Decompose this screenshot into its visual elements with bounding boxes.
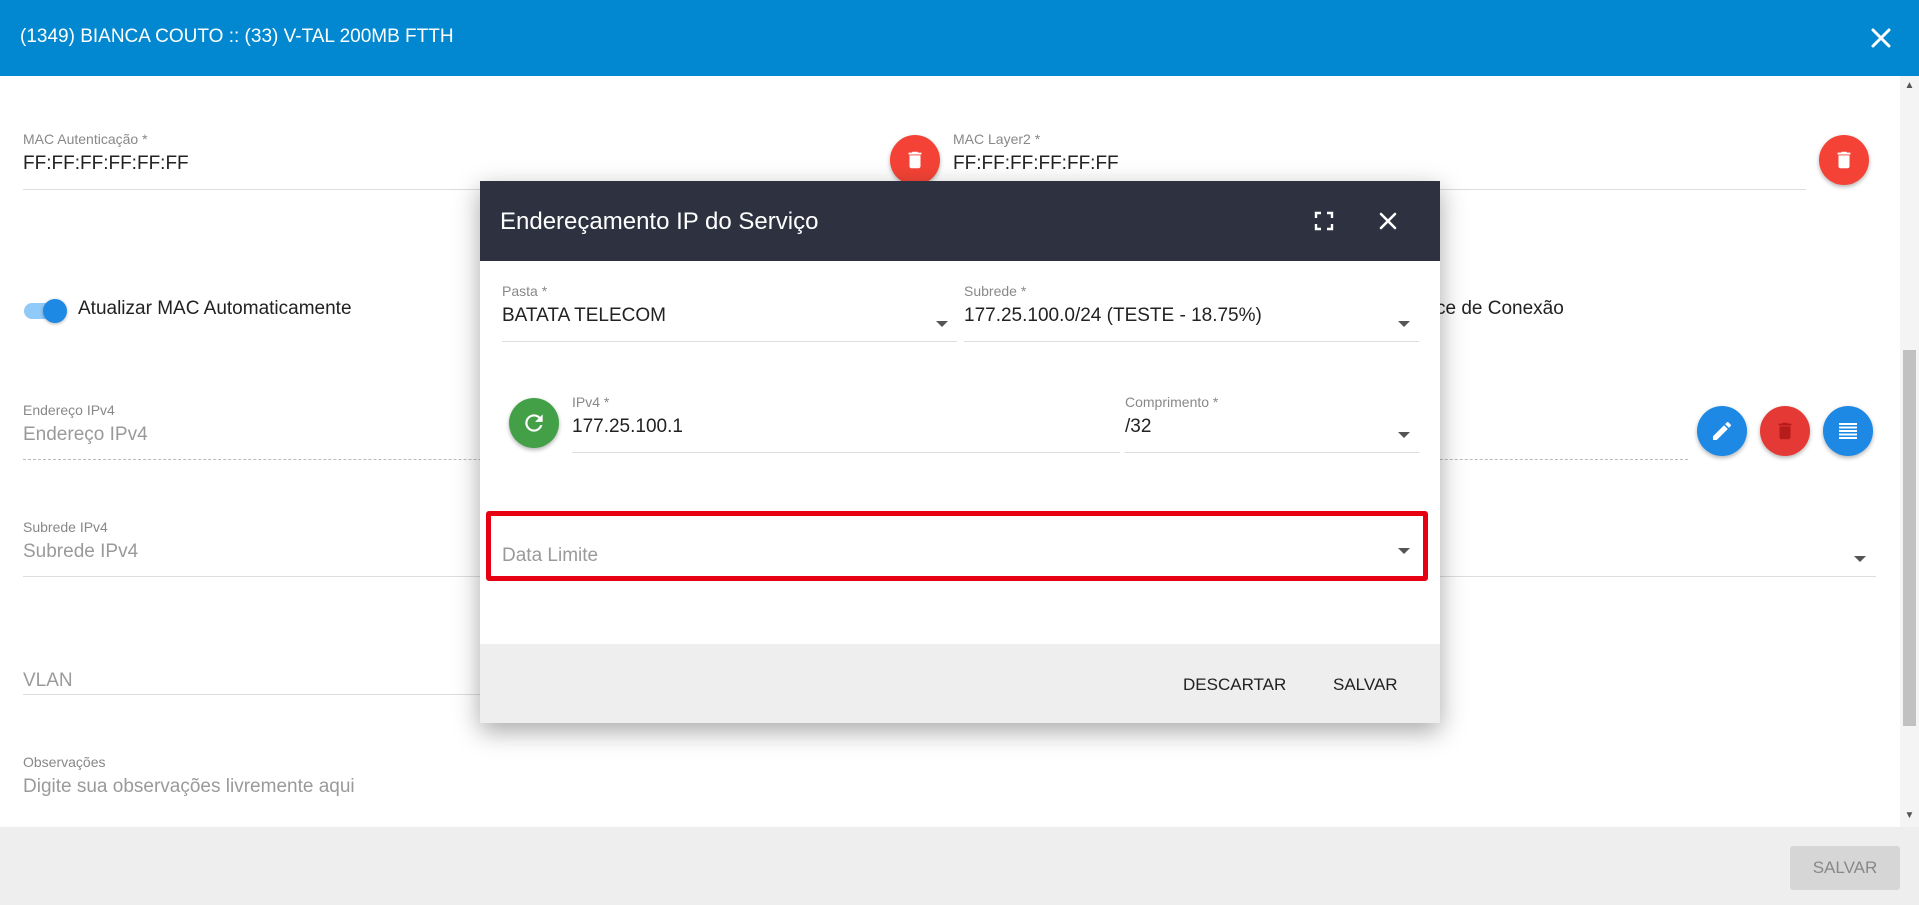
ip-addressing-dialog: Endereçamento IP do Serviço Pasta * BATA… xyxy=(480,181,1440,723)
subrede-field[interactable]: Subrede * 177.25.100.0/24 (TESTE - 18.75… xyxy=(964,283,1262,327)
auto-mac-label: Atualizar MAC Automaticamente xyxy=(78,298,352,319)
comprimento-value: /32 xyxy=(1125,416,1152,437)
form-footer xyxy=(0,827,1919,905)
divider xyxy=(964,341,1419,342)
highlight-box xyxy=(486,511,1428,581)
required-mark: * xyxy=(142,131,148,147)
chevron-down-icon[interactable] xyxy=(1398,432,1410,438)
pasta-value: BATATA TELECOM xyxy=(502,305,666,326)
comprimento-field[interactable]: Comprimento * /32 xyxy=(1125,394,1218,438)
list-icon xyxy=(1839,423,1857,439)
required-mark: * xyxy=(1212,394,1219,410)
save-button[interactable]: SALVAR xyxy=(1790,846,1900,890)
required-mark: * xyxy=(1034,131,1041,147)
fullscreen-icon[interactable] xyxy=(1310,207,1338,235)
refresh-ip-button[interactable] xyxy=(509,398,559,448)
discard-button[interactable]: DESCARTAR xyxy=(1183,675,1286,695)
trash-icon xyxy=(908,151,922,169)
ipv4-value: 177.25.100.1 xyxy=(572,416,683,437)
dialog-header: Endereçamento IP do Serviço xyxy=(480,181,1440,261)
mac-auth-field[interactable]: MAC Autenticação * FF:FF:FF:FF:FF:FF xyxy=(23,131,189,175)
ipv4-label: IPv4 xyxy=(572,394,601,410)
list-ipv4-button[interactable] xyxy=(1823,406,1873,456)
ipv4-address-field[interactable]: Endereço IPv4 Endereço IPv4 xyxy=(23,402,148,446)
divider xyxy=(23,694,483,695)
mac-layer2-value: FF:FF:FF:FF:FF:FF xyxy=(953,153,1119,174)
trash-icon xyxy=(1778,422,1792,440)
ipv4-address-label: Endereço IPv4 xyxy=(23,402,115,418)
trash-icon xyxy=(1837,151,1851,169)
comprimento-label: Comprimento xyxy=(1125,394,1210,410)
subrede-value: 177.25.100.0/24 (TESTE - 18.75%) xyxy=(964,305,1262,326)
close-icon[interactable] xyxy=(1374,207,1402,235)
window-title: (1349) BIANCA COUTO :: (33) V-TAL 200MB … xyxy=(20,26,454,47)
vlan-field[interactable]: VLAN xyxy=(23,664,73,692)
chevron-down-icon[interactable] xyxy=(1398,321,1410,327)
scroll-down-icon[interactable]: ▼ xyxy=(1903,810,1916,824)
window-header: (1349) BIANCA COUTO :: (33) V-TAL 200MB … xyxy=(0,0,1919,76)
mac-auth-label: MAC Autenticação xyxy=(23,131,139,147)
required-mark: * xyxy=(603,394,610,410)
notes-label: Observações xyxy=(23,754,106,770)
divider xyxy=(572,452,1120,453)
mac-layer2-field[interactable]: MAC Layer2 * FF:FF:FF:FF:FF:FF xyxy=(953,131,1119,175)
chevron-down-icon[interactable] xyxy=(1854,556,1866,562)
toggle-knob xyxy=(43,299,67,323)
connection-label-partial: ce de Conexão xyxy=(1436,298,1564,319)
pasta-label: Pasta xyxy=(502,283,538,299)
pencil-icon xyxy=(1713,421,1732,440)
refresh-icon xyxy=(525,414,543,432)
scroll-up-icon[interactable]: ▲ xyxy=(1903,80,1916,94)
mac-auth-value: FF:FF:FF:FF:FF:FF xyxy=(23,153,189,174)
subrede-label: Subrede xyxy=(964,283,1017,299)
notes-input: Digite sua observações livremente aqui xyxy=(23,776,355,797)
ipv4-address-input: Endereço IPv4 xyxy=(23,424,148,445)
divider xyxy=(1125,452,1419,453)
divider xyxy=(502,341,957,342)
dialog-save-button[interactable]: SALVAR xyxy=(1333,675,1398,695)
dialog-title: Endereçamento IP do Serviço xyxy=(500,208,819,235)
delete-mac-layer2-button[interactable] xyxy=(1819,135,1869,185)
ipv4-field[interactable]: IPv4 * 177.25.100.1 xyxy=(572,394,683,438)
delete-ipv4-button[interactable] xyxy=(1760,406,1810,456)
scrollbar-thumb[interactable] xyxy=(1903,350,1916,726)
delete-mac-auth-button[interactable] xyxy=(890,135,940,185)
close-icon[interactable] xyxy=(1865,22,1897,54)
required-mark: * xyxy=(541,283,548,299)
ipv4-subnet-field[interactable]: Subrede IPv4 Subrede IPv4 xyxy=(23,519,138,563)
dialog-footer xyxy=(480,644,1440,723)
chevron-down-icon[interactable] xyxy=(936,321,948,327)
vlan-input: VLAN xyxy=(23,670,73,691)
notes-field[interactable]: Observações Digite sua observações livre… xyxy=(23,754,355,798)
ipv4-subnet-input: Subrede IPv4 xyxy=(23,541,139,562)
edit-ipv4-button[interactable] xyxy=(1697,406,1747,456)
ipv4-subnet-label: Subrede IPv4 xyxy=(23,519,108,535)
pasta-field[interactable]: Pasta * BATATA TELECOM xyxy=(502,283,666,327)
required-mark: * xyxy=(1020,283,1027,299)
mac-layer2-label: MAC Layer2 xyxy=(953,131,1031,147)
